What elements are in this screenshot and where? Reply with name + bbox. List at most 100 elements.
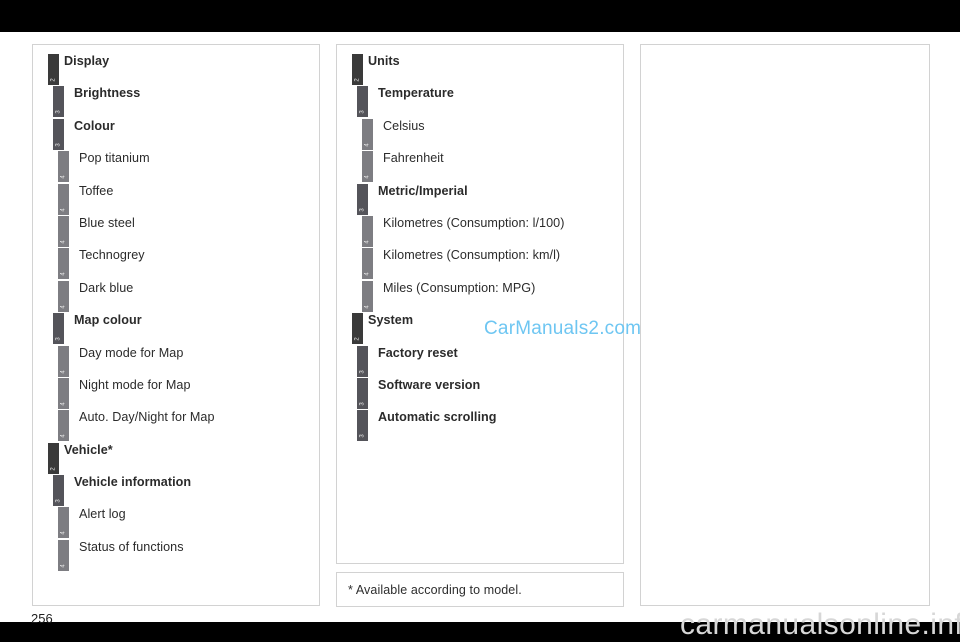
- footnote-box: * Available according to model.: [336, 572, 624, 607]
- level-marker-number: 4: [60, 564, 67, 568]
- menu-column-right: [640, 44, 930, 606]
- menu-row-label: Colour: [74, 118, 115, 133]
- menu-list-right: [641, 45, 929, 54]
- menu-row-label: Celsius: [383, 118, 425, 133]
- menu-row-label: Temperature: [378, 86, 454, 101]
- level-marker-icon: 3: [357, 345, 368, 377]
- level-marker-icon: 4: [58, 410, 69, 442]
- level-marker-number: 4: [60, 240, 67, 244]
- menu-row-label: Status of functions: [79, 539, 184, 554]
- level-marker-icon: 4: [362, 248, 373, 280]
- menu-row-label: Units: [368, 54, 400, 68]
- level-marker-number: 4: [364, 175, 371, 179]
- level-marker-icon: 3: [53, 86, 64, 118]
- level-marker-icon: 4: [58, 215, 69, 247]
- menu-row-level-3[interactable]: 3 Metric/Imperial: [337, 183, 623, 216]
- level-marker-icon: 3: [357, 86, 368, 118]
- menu-row-level-4[interactable]: 4 Celsius: [337, 118, 623, 151]
- level-marker-number: 2: [50, 467, 57, 471]
- level-marker-number: 4: [364, 305, 371, 309]
- level-marker-icon: 4: [362, 280, 373, 312]
- menu-row-level-3[interactable]: 3 Vehicle information: [33, 475, 319, 507]
- level-marker-icon: 4: [58, 539, 69, 571]
- menu-row-label: Toffee: [79, 183, 114, 198]
- menu-row-label: Miles (Consumption: MPG): [383, 280, 536, 295]
- menu-row-label: Brightness: [74, 86, 141, 101]
- level-marker-icon: 2: [48, 442, 59, 474]
- menu-row-level-4[interactable]: 4 Day mode for Map: [33, 345, 319, 378]
- menu-list-middle: 2 Units 3 Temperature 4 Celsius 4 Fahrenheit 3 Me…: [337, 45, 623, 443]
- level-marker-icon: 4: [58, 183, 69, 215]
- menu-row-level-2[interactable]: 2 Vehicle*: [33, 442, 319, 475]
- menu-row-label: Auto. Day/Night for Map: [79, 410, 215, 425]
- level-marker-number: 3: [359, 402, 366, 406]
- menu-row-level-3[interactable]: 3 Software version: [337, 377, 623, 410]
- level-marker-icon: 2: [352, 313, 363, 345]
- level-marker-number: 4: [60, 531, 67, 536]
- menu-row-label: Map colour: [74, 313, 142, 328]
- level-marker-icon: 4: [362, 215, 373, 247]
- menu-row-level-3[interactable]: 3 Automatic scrolling: [337, 410, 623, 442]
- menu-column-middle: 2 Units 3 Temperature 4 Celsius 4 Fahrenheit 3 Me…: [336, 44, 624, 564]
- menu-row-label: Fahrenheit: [383, 151, 444, 166]
- level-marker-icon: 4: [58, 248, 69, 280]
- level-marker-number: 4: [60, 175, 67, 179]
- level-marker-number: 4: [364, 240, 371, 244]
- menu-row-label: Technogrey: [79, 248, 145, 263]
- menu-row-level-3[interactable]: 3 Factory reset: [337, 345, 623, 378]
- menu-row-level-4[interactable]: 4 Night mode for Map: [33, 377, 319, 410]
- menu-row-label: Pop titanium: [79, 151, 150, 166]
- menu-row-label: System: [368, 313, 414, 328]
- menu-row-label: Kilometres (Consumption: l/100): [383, 215, 565, 230]
- watermark-carmanualsonline: carmanualsonline.info: [680, 608, 960, 641]
- menu-row-label: Automatic scrolling: [378, 410, 497, 425]
- level-marker-icon: 4: [58, 151, 69, 183]
- menu-row-label: Dark blue: [79, 280, 134, 295]
- menu-row-label: Alert log: [79, 507, 126, 522]
- menu-row-label: Software version: [378, 377, 481, 392]
- menu-row-level-4[interactable]: 4 Fahrenheit: [337, 151, 623, 183]
- level-marker-icon: 3: [53, 313, 64, 345]
- menu-row-level-4[interactable]: 4 Technogrey: [33, 248, 319, 280]
- level-marker-icon: 4: [58, 377, 69, 409]
- menu-row-level-4[interactable]: 4 Pop titanium: [33, 151, 319, 183]
- level-marker-number: 3: [55, 143, 62, 147]
- level-marker-number: 4: [364, 272, 371, 277]
- level-marker-number: 2: [50, 78, 57, 82]
- level-marker-number: 4: [60, 402, 67, 406]
- menu-row-level-4[interactable]: 4 Miles (Consumption: MPG): [337, 280, 623, 313]
- footnote-text: * Available according to model.: [348, 582, 522, 597]
- menu-row-level-2[interactable]: 2 Units: [337, 54, 623, 86]
- level-marker-icon: 3: [53, 118, 64, 150]
- level-marker-number: 4: [60, 305, 67, 309]
- menu-row-level-2[interactable]: 2 Display: [33, 54, 319, 86]
- menu-row-level-4[interactable]: 4 Kilometres (Consumption: km/l): [337, 248, 623, 280]
- level-marker-icon: 2: [48, 54, 59, 85]
- level-marker-number: 4: [60, 207, 67, 212]
- menu-row-label: Day mode for Map: [79, 345, 184, 360]
- menu-row-level-4[interactable]: 4 Blue steel: [33, 215, 319, 248]
- menu-row-level-3[interactable]: 3 Map colour: [33, 313, 319, 345]
- level-marker-number: 3: [55, 110, 62, 115]
- menu-row-label: Display: [64, 54, 110, 68]
- menu-row-level-4[interactable]: 4 Kilometres (Consumption: l/100): [337, 215, 623, 248]
- level-marker-number: 3: [55, 499, 62, 503]
- menu-row-level-4[interactable]: 4 Dark blue: [33, 280, 319, 313]
- menu-row-level-4[interactable]: 4 Status of functions: [33, 539, 319, 572]
- menu-row-label: Blue steel: [79, 215, 135, 230]
- menu-row-label: Metric/Imperial: [378, 183, 468, 198]
- level-marker-number: 4: [364, 143, 371, 147]
- menu-row-level-3[interactable]: 3 Temperature: [337, 86, 623, 118]
- level-marker-icon: 4: [58, 280, 69, 312]
- menu-row-level-4[interactable]: 4 Auto. Day/Night for Map: [33, 410, 319, 442]
- level-marker-number: 3: [359, 207, 366, 212]
- menu-row-level-4[interactable]: 4 Alert log: [33, 507, 319, 539]
- menu-list-left: 2 Display 3 Brightness 3 Colour 4 Pop titanium 4…: [33, 45, 319, 572]
- menu-row-level-3[interactable]: 3 Colour: [33, 118, 319, 151]
- menu-row-label: Factory reset: [378, 345, 458, 360]
- level-marker-icon: 3: [357, 183, 368, 215]
- menu-row-level-4[interactable]: 4 Toffee: [33, 183, 319, 216]
- menu-row-level-3[interactable]: 3 Brightness: [33, 86, 319, 118]
- level-marker-icon: 3: [53, 475, 64, 507]
- level-marker-icon: 3: [357, 410, 368, 442]
